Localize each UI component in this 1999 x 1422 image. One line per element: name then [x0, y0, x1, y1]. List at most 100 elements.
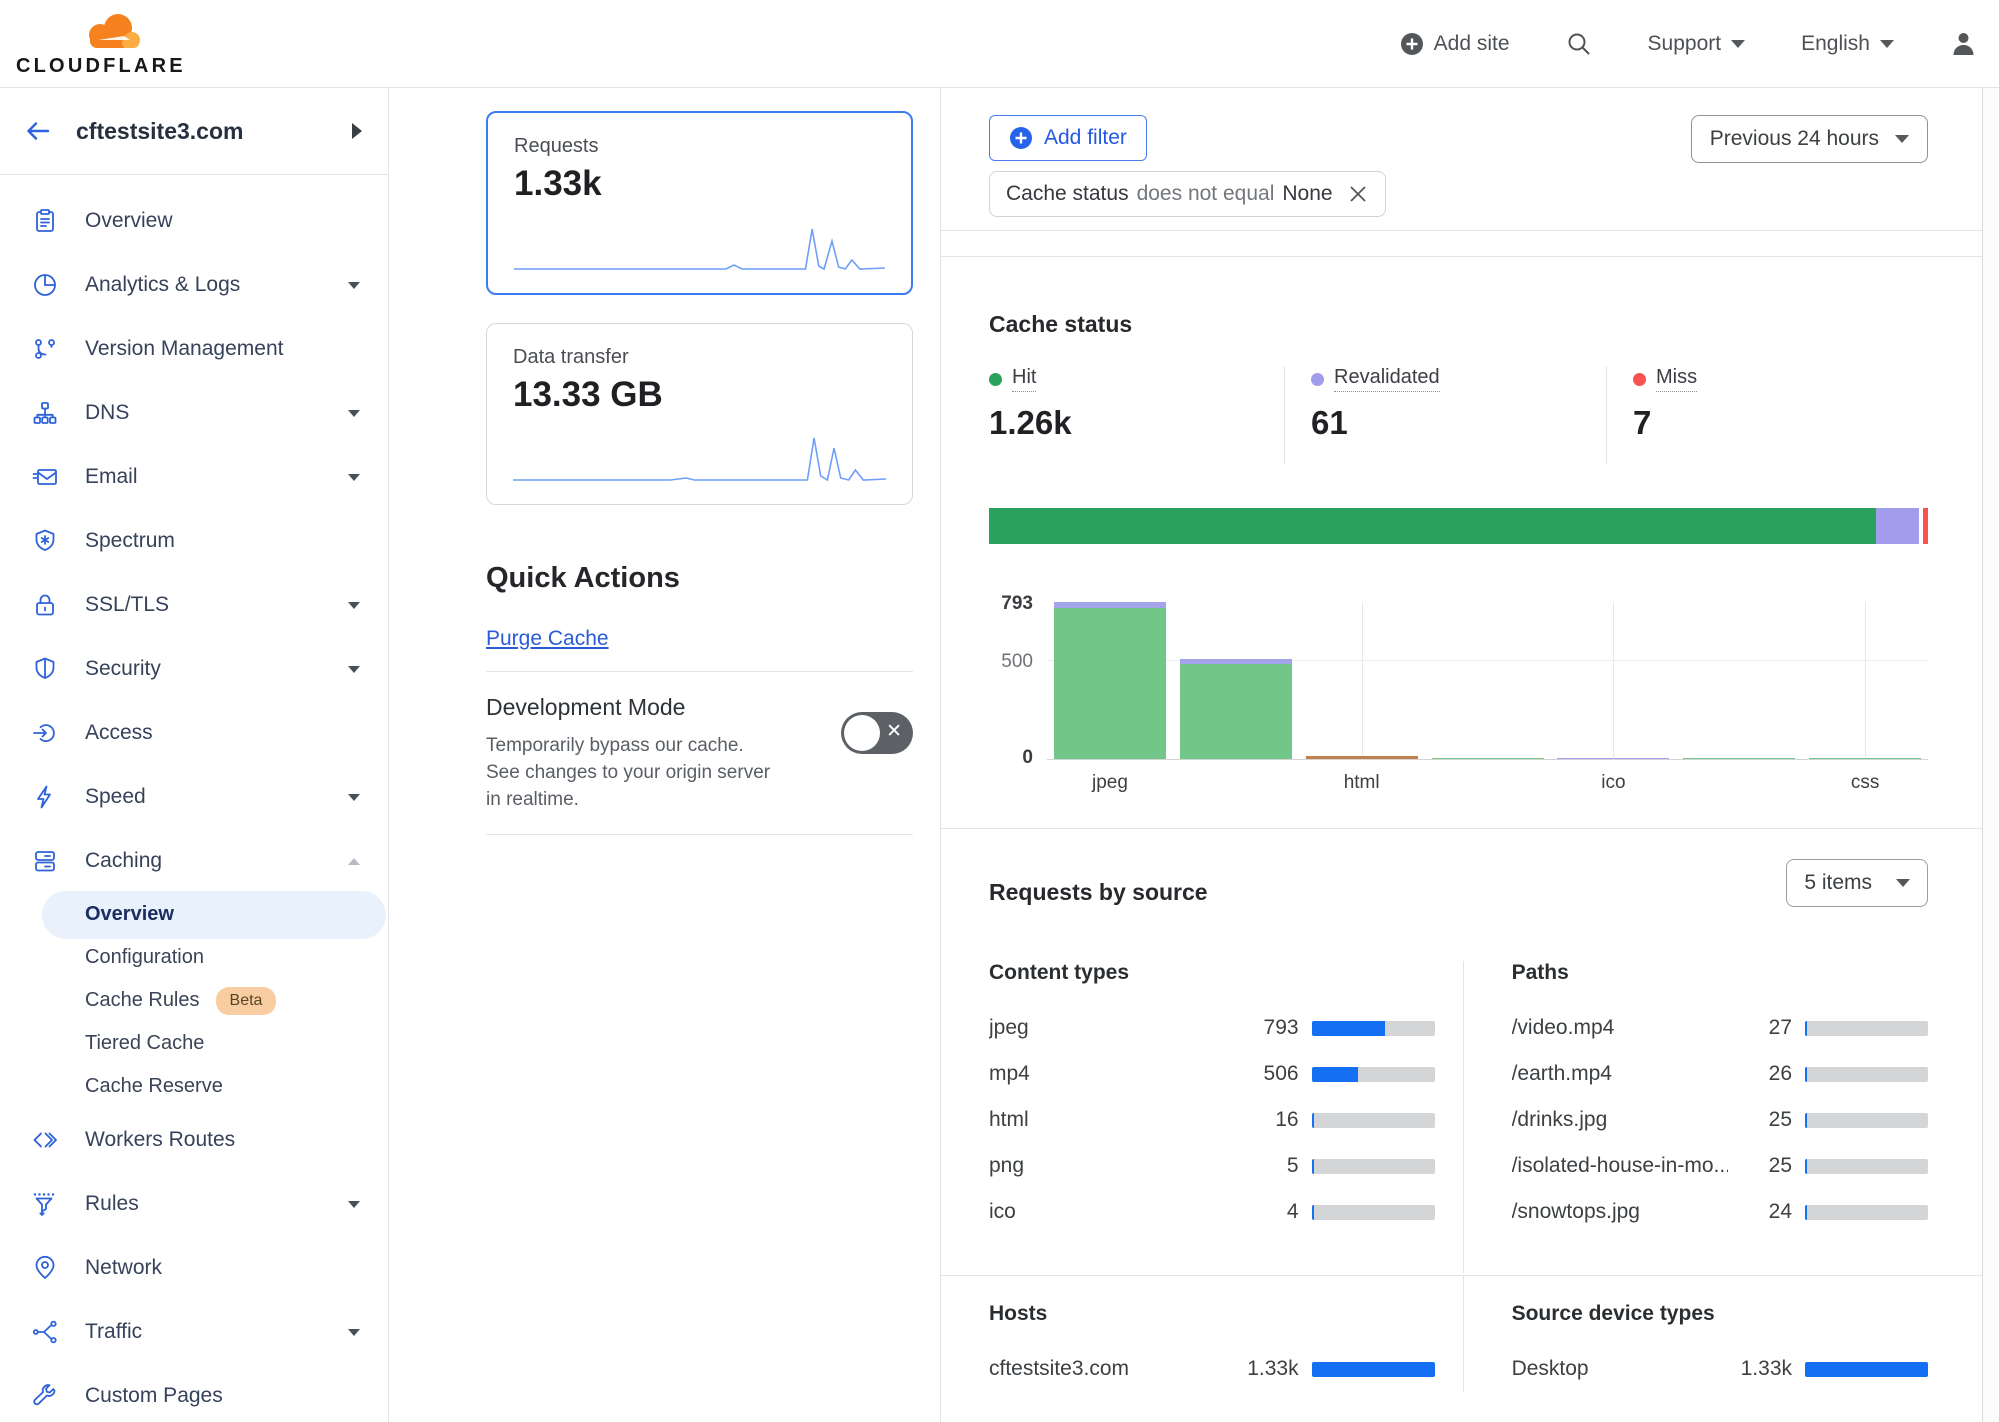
row-bar [1312, 1067, 1435, 1082]
revalidated-stat: Revalidated 61 [1284, 366, 1606, 464]
search-button[interactable] [1566, 31, 1592, 57]
sidebar-item-version-management[interactable]: Version Management [0, 317, 388, 381]
add-site-button[interactable]: Add site [1400, 32, 1510, 56]
sidebar-subitem-cache-reserve[interactable]: Cache Reserve [0, 1065, 388, 1108]
content-types-column: Content types jpeg793mp4506html16png5ico… [989, 961, 1464, 1273]
cache-status-bar-chart: 793 500 0 jpeghtmlicocss [989, 602, 1928, 828]
filter-chip[interactable]: Cache status does not equal None [989, 171, 1386, 217]
row-label: /earth.mp4 [1512, 1062, 1728, 1086]
chart-bar-png[interactable] [1432, 758, 1544, 759]
sidebar-item-caching[interactable]: Caching [0, 829, 388, 893]
remove-filter-icon[interactable] [1347, 183, 1369, 205]
chart-bar-mp4[interactable] [1180, 659, 1292, 759]
sidebar-subitem-caching-overview[interactable]: Overview [0, 893, 388, 936]
bar-segment-revalidated [1557, 758, 1669, 759]
sidebar-item-speed[interactable]: Speed [0, 765, 388, 829]
section-gap [941, 231, 1982, 257]
support-menu[interactable]: Support [1648, 32, 1746, 56]
speed-icon [30, 784, 60, 810]
site-expand-chevron-icon[interactable] [352, 123, 362, 139]
development-mode-section: Development Mode Temporarily bypass our … [486, 694, 913, 814]
row-label: /isolated-house-in-mo... [1512, 1154, 1728, 1178]
sidebar-item-spectrum[interactable]: Spectrum [0, 509, 388, 573]
y-axis-tick: 500 [989, 651, 1033, 673]
miss-label[interactable]: Miss [1656, 366, 1697, 392]
sidebar-subitem-configuration[interactable]: Configuration [0, 936, 388, 979]
cloudflare-wordmark: CLOUDFLARE [16, 55, 186, 78]
table-row: cftestsite3.com1.33k [989, 1346, 1435, 1392]
hit-label[interactable]: Hit [1012, 366, 1036, 392]
sidebar-nav: Overview Analytics & Logs Version Manage… [0, 175, 388, 1422]
chart-bar-css[interactable] [1809, 758, 1921, 759]
sidebar-item-analytics-logs[interactable]: Analytics & Logs [0, 253, 388, 317]
development-mode-description: Temporarily bypass our cache. See change… [486, 733, 776, 814]
caching-icon [30, 848, 60, 874]
custom-pages-icon [30, 1383, 60, 1409]
chevron-down-icon [348, 602, 360, 609]
sidebar-item-ssl-tls[interactable]: SSL/TLS [0, 573, 388, 637]
y-axis-tick: 0 [989, 747, 1033, 769]
sidebar-item-security[interactable]: Security [0, 637, 388, 701]
miss-stat: Miss 7 [1606, 366, 1928, 464]
sidebar-item-network[interactable]: Network [0, 1236, 388, 1300]
filter-bar: Add filter Cache status does not equal N… [941, 88, 1982, 231]
row-label: cftestsite3.com [989, 1357, 1235, 1381]
sidebar-item-overview[interactable]: Overview [0, 189, 388, 253]
sidebar-item-custom-pages[interactable]: Custom Pages [0, 1364, 388, 1422]
chart-bar-ico[interactable] [1557, 758, 1669, 759]
row-bar [1312, 1159, 1435, 1174]
row-bar [1805, 1362, 1928, 1377]
row-value: 1.33k [1728, 1357, 1792, 1381]
access-icon [30, 720, 60, 746]
row-label: /drinks.jpg [1512, 1108, 1728, 1132]
vertical-scrollbar[interactable] [1982, 88, 1999, 1422]
row-bar [1312, 1113, 1435, 1128]
sidebar-item-access[interactable]: Access [0, 701, 388, 765]
traffic-icon [30, 1319, 60, 1345]
y-axis-tick: 793 [989, 593, 1033, 615]
x-axis-tick [1173, 772, 1299, 794]
development-mode-toggle[interactable]: ✕ [841, 712, 913, 754]
row-value: 506 [1235, 1062, 1299, 1086]
data-transfer-metric-card[interactable]: Data transfer 13.33 GB [486, 323, 913, 505]
top-bar-actions: Add site Support English [1400, 30, 1977, 57]
row-value: 793 [1235, 1016, 1299, 1040]
toggle-off-x-icon: ✕ [886, 720, 902, 743]
add-filter-button[interactable]: Add filter [989, 115, 1147, 161]
sidebar-item-dns[interactable]: DNS [0, 381, 388, 445]
x-axis-tick [1425, 772, 1551, 794]
requests-metric-card[interactable]: Requests 1.33k [486, 111, 913, 295]
items-count-dropdown[interactable]: 5 items [1786, 859, 1928, 907]
sidebar-subitem-tiered-cache[interactable]: Tiered Cache [0, 1022, 388, 1065]
analytics-icon [30, 272, 60, 298]
chart-bar-other[interactable] [1683, 758, 1795, 759]
revalidated-label[interactable]: Revalidated [1334, 366, 1440, 392]
x-axis-tick: ico [1550, 772, 1676, 794]
version-management-icon [30, 336, 60, 362]
cloudflare-logo[interactable]: CLOUDFLARE [16, 10, 186, 78]
dns-icon [30, 400, 60, 426]
row-label: mp4 [989, 1062, 1235, 1086]
table-row: jpeg793 [989, 1005, 1435, 1051]
bar-segment-hit [1809, 758, 1921, 759]
sidebar-item-rules[interactable]: Rules [0, 1172, 388, 1236]
chart-slot [1299, 602, 1425, 759]
chart-bar-jpeg[interactable] [1054, 602, 1166, 759]
sidebar-item-workers-routes[interactable]: Workers Routes [0, 1108, 388, 1172]
hit-value: 1.26k [989, 404, 1284, 442]
time-range-dropdown[interactable]: Previous 24 hours [1691, 115, 1928, 163]
x-axis-tick: html [1299, 772, 1425, 794]
stacked-segment-miss [1923, 508, 1928, 544]
content-types-table: jpeg793mp4506html16png5ico4 [989, 1005, 1435, 1273]
x-axis-tick [1676, 772, 1802, 794]
row-bar [1805, 1159, 1928, 1174]
account-menu[interactable] [1950, 30, 1977, 57]
purge-cache-link[interactable]: Purge Cache [486, 627, 609, 651]
sidebar-subitem-cache-rules[interactable]: Cache Rules Beta [0, 979, 388, 1022]
back-arrow-icon[interactable] [24, 117, 52, 145]
chart-bar-html[interactable] [1306, 756, 1418, 759]
language-menu[interactable]: English [1801, 32, 1894, 56]
sidebar-item-traffic[interactable]: Traffic [0, 1300, 388, 1364]
caching-submenu: Overview Configuration Cache Rules Beta … [0, 893, 388, 1108]
sidebar-item-email[interactable]: Email [0, 445, 388, 509]
